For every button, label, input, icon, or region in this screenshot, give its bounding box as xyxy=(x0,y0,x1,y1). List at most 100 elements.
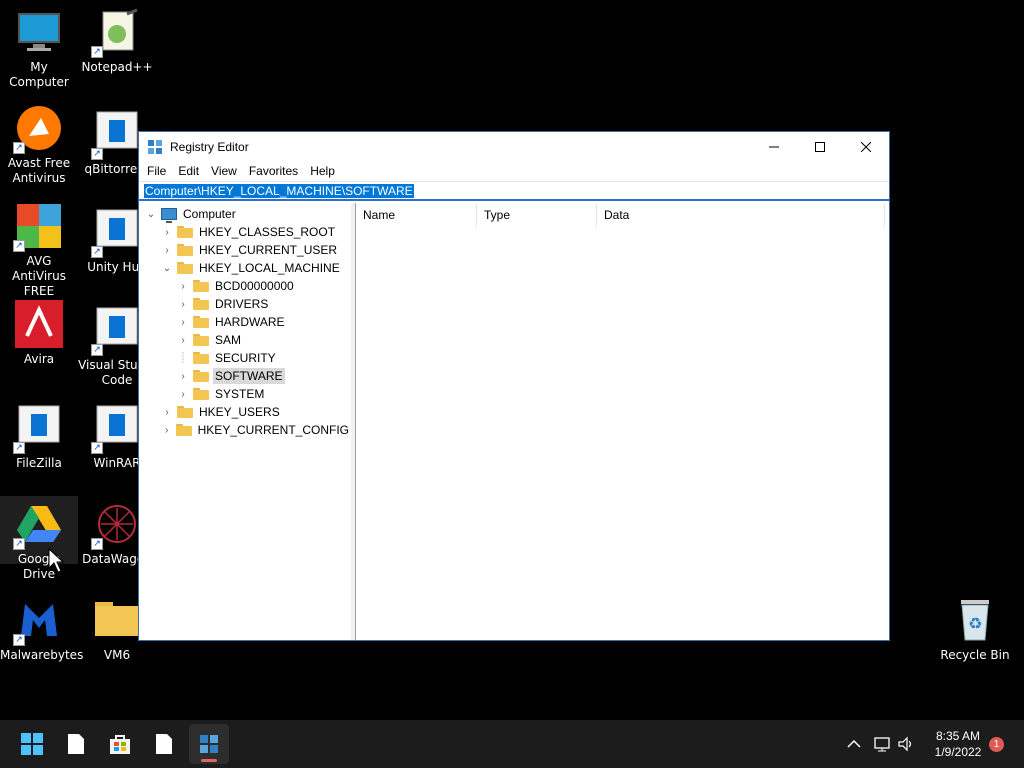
notification-badge[interactable]: 1 xyxy=(989,737,1004,752)
address-bar[interactable]: Computer\HKEY_LOCAL_MACHINE\SOFTWARE xyxy=(139,181,889,201)
taskbar-app-registry-editor[interactable] xyxy=(189,724,229,764)
tree-node-hklm[interactable]: ⌄ HKEY_LOCAL_MACHINE xyxy=(139,259,351,277)
avg-icon: ↗ xyxy=(13,202,63,252)
tree-node-hkcc[interactable]: › HKEY_CURRENT_CONFIG xyxy=(139,421,351,439)
column-header-data[interactable]: Data xyxy=(597,203,885,227)
chevron-down-icon[interactable]: ⌄ xyxy=(161,262,173,274)
tree-node-sam[interactable]: › SAM xyxy=(139,331,351,349)
tree-node-hkcr[interactable]: › HKEY_CLASSES_ROOT xyxy=(139,223,351,241)
values-list-pane[interactable]: Name Type Data xyxy=(355,203,889,640)
document-icon xyxy=(156,734,172,754)
title-bar[interactable]: Registry Editor xyxy=(139,132,889,161)
desktop-icon-label: Notepad++ xyxy=(81,60,153,74)
desktop-icon-avira[interactable]: Avira xyxy=(0,300,78,367)
chevron-right-icon[interactable]: › xyxy=(177,334,189,346)
desktop-icon-my-computer[interactable]: My Computer xyxy=(0,8,78,90)
maximize-button[interactable] xyxy=(797,132,843,161)
folder-icon xyxy=(193,280,209,292)
chevron-down-icon[interactable]: ⌄ xyxy=(145,208,157,220)
chevron-right-icon[interactable]: › xyxy=(177,298,189,310)
tree-label: SOFTWARE xyxy=(213,368,285,384)
shortcut-arrow-icon: ↗ xyxy=(91,344,103,356)
folder-icon xyxy=(193,298,209,310)
file-generic-icon: ↗ xyxy=(91,110,141,160)
desktop-icon-google-drive[interactable]: ↗ Google Drive xyxy=(0,496,78,581)
desktop-icon-label: Google Drive xyxy=(17,552,61,581)
shortcut-arrow-icon: ↗ xyxy=(13,634,25,646)
shortcut-arrow-icon: ↗ xyxy=(13,240,25,252)
desktop-icon-label: AVG AntiVirus FREE xyxy=(12,254,66,298)
start-button[interactable] xyxy=(12,724,52,764)
desktop-icon-avast[interactable]: ↗ Avast Free Antivirus xyxy=(0,104,78,186)
taskbar-app-file-2[interactable] xyxy=(144,724,184,764)
menu-edit[interactable]: Edit xyxy=(172,164,205,178)
file-generic-icon: ↗ xyxy=(91,306,141,356)
recycle-bin-icon: ♻ xyxy=(951,596,999,644)
column-header-name[interactable]: Name xyxy=(356,203,477,227)
folder-icon xyxy=(193,388,209,400)
folder-icon xyxy=(193,316,209,328)
taskbar: 8:35 AM 1/9/2022 xyxy=(0,720,1024,768)
chevron-right-icon[interactable]: › xyxy=(177,280,189,292)
tree-node-hardware[interactable]: › HARDWARE xyxy=(139,313,351,331)
tree-node-hku[interactable]: › HKEY_USERS xyxy=(139,403,351,421)
volume-button[interactable] xyxy=(886,724,926,764)
chevron-right-icon[interactable]: › xyxy=(161,244,173,256)
taskbar-app-store[interactable] xyxy=(100,724,140,764)
chevron-right-icon[interactable]: › xyxy=(161,424,172,436)
tree-node-system[interactable]: › SYSTEM xyxy=(139,385,351,403)
svg-text:♻: ♻ xyxy=(968,614,982,633)
clock-time: 8:35 AM xyxy=(935,729,981,743)
tree-label: HKEY_CLASSES_ROOT xyxy=(199,225,336,239)
tree-label: SAM xyxy=(215,333,242,347)
file-generic-icon: ↗ xyxy=(91,404,141,454)
tree-node-hkcu[interactable]: › HKEY_CURRENT_USER xyxy=(139,241,351,259)
tree-node-security[interactable]: ┊ SECURITY xyxy=(139,349,351,367)
menu-file[interactable]: File xyxy=(141,164,172,178)
desktop-icon-avg[interactable]: ↗ AVG AntiVirus FREE xyxy=(0,202,78,299)
tree-node-computer[interactable]: ⌄ Computer xyxy=(139,205,351,223)
tree-node-software[interactable]: › SOFTWARE xyxy=(139,367,351,385)
tree-node-bcd[interactable]: › BCD00000000 xyxy=(139,277,351,295)
clock-date: 1/9/2022 xyxy=(934,745,982,759)
address-text[interactable]: Computer\HKEY_LOCAL_MACHINE\SOFTWARE xyxy=(144,184,414,198)
desktop-icon-label: Avast Free Antivirus xyxy=(7,156,71,185)
file-generic-icon: ↗ xyxy=(13,404,63,454)
desktop-icon-label: Avira xyxy=(23,352,55,366)
tree-label: HKEY_USERS xyxy=(199,405,280,419)
tree-label: HKEY_CURRENT_CONFIG xyxy=(197,423,349,437)
column-header-type[interactable]: Type xyxy=(477,203,597,227)
menu-help[interactable]: Help xyxy=(304,164,341,178)
desktop-icon-notepadpp[interactable]: ↗ Notepad++ xyxy=(78,8,156,75)
monitor-icon xyxy=(15,8,63,56)
desktop-icon-filezilla[interactable]: ↗ FileZilla xyxy=(0,404,78,471)
registry-editor-window[interactable]: Registry Editor File Edit View Favorites… xyxy=(138,131,890,641)
menu-favorites[interactable]: Favorites xyxy=(243,164,304,178)
desktop-icon-label: Recycle Bin xyxy=(940,648,1010,662)
shortcut-arrow-icon: ↗ xyxy=(91,246,103,258)
close-button[interactable] xyxy=(843,132,889,161)
tree-label: SECURITY xyxy=(215,351,276,365)
computer-icon xyxy=(161,208,177,223)
shortcut-arrow-icon: ↗ xyxy=(13,538,25,550)
window-title: Registry Editor xyxy=(170,139,249,154)
folder-icon xyxy=(177,406,193,418)
desktop-icon-label: VM6 xyxy=(103,648,131,662)
minimize-button[interactable] xyxy=(751,132,797,161)
folder-icon xyxy=(93,596,141,644)
tree-label: BCD00000000 xyxy=(215,279,294,293)
chevron-right-icon[interactable]: › xyxy=(161,406,173,418)
key-tree-pane[interactable]: ⌄ Computer › HKEY_CLASSES_ROOT › HKEY_CU… xyxy=(139,203,355,640)
taskbar-app-file-1[interactable] xyxy=(56,724,96,764)
chevron-right-icon[interactable]: › xyxy=(177,370,189,382)
folder-icon xyxy=(177,262,193,274)
tree-node-drivers[interactable]: › DRIVERS xyxy=(139,295,351,313)
desktop-icon-recycle-bin[interactable]: ♻ Recycle Bin xyxy=(936,596,1014,663)
chevron-right-icon[interactable]: › xyxy=(161,226,173,238)
menu-view[interactable]: View xyxy=(205,164,243,178)
desktop-icon-malwarebytes[interactable]: ↗ Malwarebytes xyxy=(0,596,83,663)
chevron-right-icon[interactable]: › xyxy=(177,388,189,400)
tree-label: HKEY_LOCAL_MACHINE xyxy=(199,261,340,275)
clock[interactable]: 8:35 AM 1/9/2022 xyxy=(926,728,990,760)
chevron-right-icon[interactable]: › xyxy=(177,316,189,328)
